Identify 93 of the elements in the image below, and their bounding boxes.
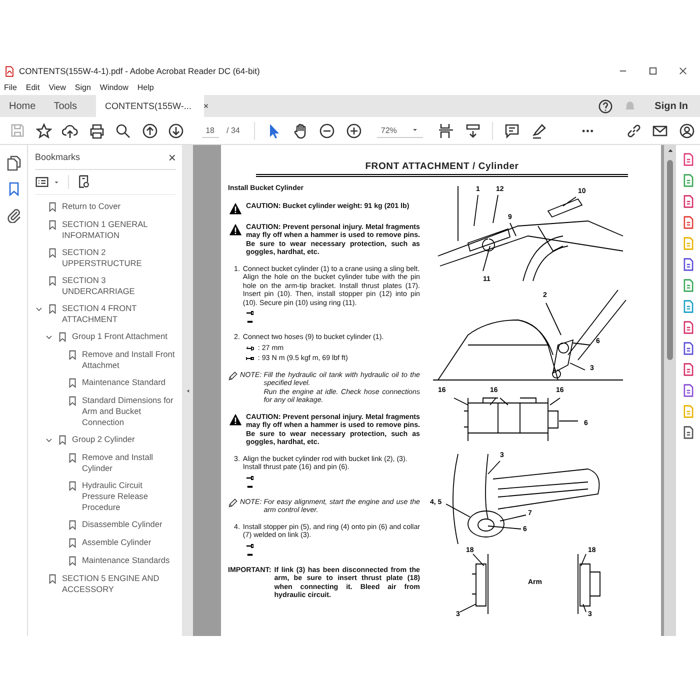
tool-icon[interactable] <box>682 300 694 313</box>
tool-icon[interactable] <box>682 153 694 166</box>
maximize-icon <box>648 66 658 76</box>
window-title: CONTENTS(155W-4-1).pdf - Adobe Acrobat Reader DC (64-bit) <box>19 66 260 76</box>
tool-icon[interactable] <box>682 426 694 439</box>
bookmark-link[interactable]: SECTION 1 GENERAL INFORMATION <box>62 219 176 241</box>
bookmark-link[interactable]: SECTION 5 ENGINE AND ACCESSORY <box>62 573 176 595</box>
nav-tab[interactable]: Tools <box>44 95 86 117</box>
bookmark-icon <box>67 519 78 531</box>
cloud-upload-icon[interactable] <box>62 122 78 138</box>
close-icon <box>678 66 688 76</box>
pencil-icon <box>228 498 238 508</box>
bookmark-link[interactable]: Standard Dimensions for Arm and Bucket Connection <box>82 395 176 428</box>
menu-item[interactable]: Sign <box>74 83 91 92</box>
arrow-up-icon[interactable] <box>142 122 158 138</box>
paperclip-icon[interactable] <box>6 207 22 223</box>
search-icon[interactable] <box>115 122 132 138</box>
bookmark-link[interactable]: Group 1 Front Attachment <box>72 331 168 342</box>
arrow-down-icon[interactable] <box>168 122 184 138</box>
menu-item[interactable]: Window <box>100 83 128 92</box>
help-icon[interactable] <box>598 98 613 114</box>
scrollbar[interactable] <box>664 145 676 636</box>
panel-title: Bookmarks <box>35 152 80 162</box>
nav-tab[interactable]: Home <box>0 95 45 117</box>
page-number-field[interactable]: 18 <box>202 124 219 138</box>
bookmark-link[interactable]: Remove and Install Cylinder <box>82 452 176 474</box>
page-fit-icon[interactable] <box>438 122 454 138</box>
comment-icon[interactable] <box>504 122 520 138</box>
zoom-dropdown[interactable]: 72% <box>376 124 423 138</box>
menu-item[interactable]: File <box>4 83 17 92</box>
bookmark-icon <box>67 349 78 361</box>
pages-icon[interactable] <box>6 155 22 171</box>
bookmark-icon <box>67 452 78 464</box>
bookmark-link[interactable]: Disassemble Cylinder <box>82 519 162 530</box>
bookmark-icon <box>47 303 58 315</box>
tool-icon[interactable] <box>682 342 694 355</box>
bookmark-link[interactable]: Group 2 Cylinder <box>72 434 135 445</box>
bookmark-icon <box>67 377 78 389</box>
tool-icon[interactable] <box>682 279 694 292</box>
tool-icon[interactable] <box>682 258 694 271</box>
highlighter-icon[interactable] <box>530 122 547 138</box>
bookmark-link[interactable]: Maintenance Standard <box>82 377 166 388</box>
tab-close-button[interactable]: × <box>203 101 209 111</box>
zoom-out-icon[interactable] <box>319 122 336 138</box>
bookmark-icon <box>47 247 58 259</box>
warning-icon <box>228 412 243 426</box>
sign-in-link[interactable]: Sign In <box>654 100 688 112</box>
bookmark-link[interactable]: Maintenance Standards <box>82 555 170 566</box>
bookmark-icon <box>57 434 68 446</box>
print-icon[interactable] <box>88 122 105 138</box>
account-icon[interactable] <box>678 122 695 138</box>
bookmark-link[interactable]: Return to Cover <box>62 201 121 212</box>
menu-item[interactable]: View <box>48 83 66 92</box>
bookmark-icon <box>47 573 58 585</box>
options-icon[interactable] <box>35 175 49 189</box>
bookmark-link[interactable]: Remove and Install Front Attachmet <box>82 349 176 371</box>
tool-icon[interactable] <box>682 321 694 334</box>
bookmark-link[interactable]: Hydraulic Circuit Pressure Release Procedure <box>82 480 176 513</box>
tool-icon[interactable] <box>682 363 694 376</box>
find-bookmark-icon[interactable] <box>77 175 91 189</box>
bookmark-icon <box>47 219 58 231</box>
bookmark-icon <box>67 395 78 407</box>
bookmark-icon <box>67 555 78 567</box>
bookmark-link[interactable]: SECTION 2 UPPERSTRUCTURE <box>62 247 176 269</box>
tool-icon[interactable] <box>682 216 694 229</box>
caret-icon <box>410 126 419 134</box>
pencil-icon <box>228 370 238 380</box>
warning-icon <box>228 222 243 236</box>
menu-item[interactable]: Help <box>137 83 154 92</box>
tool-icon[interactable] <box>682 195 694 208</box>
bookmark-link[interactable]: SECTION 3 UNDERCARRIAGE <box>62 275 176 297</box>
bookmark-icon <box>67 480 78 492</box>
caret-icon[interactable] <box>53 178 60 186</box>
bookmark-link[interactable]: SECTION 4 FRONT ATTACHMENT <box>62 303 176 325</box>
bookmark-icon <box>57 331 68 343</box>
scroll-icon[interactable] <box>464 122 481 138</box>
page-count: / 34 <box>226 126 240 135</box>
menu-item[interactable]: Edit <box>26 83 40 92</box>
star-icon[interactable] <box>36 122 52 138</box>
pdf-file-icon <box>4 66 15 76</box>
tool-icon[interactable] <box>682 174 694 187</box>
zoom-in-icon[interactable] <box>346 122 362 138</box>
scroll-up-icon[interactable] <box>666 147 674 154</box>
page-header: FRONT ATTACHMENT / Cylinder <box>256 161 628 177</box>
warning-icon <box>228 202 243 214</box>
bookmark-icon <box>67 537 78 549</box>
panel-close-button[interactable]: × <box>168 150 176 164</box>
bookmark-icon <box>47 201 58 213</box>
bookmark-icon <box>47 275 58 287</box>
tool-icon[interactable] <box>682 384 694 397</box>
link-icon[interactable] <box>626 122 642 138</box>
bookmark-link[interactable]: Assemble Cylinder <box>82 537 152 548</box>
more-tools-button[interactable]: ••• <box>582 126 594 136</box>
